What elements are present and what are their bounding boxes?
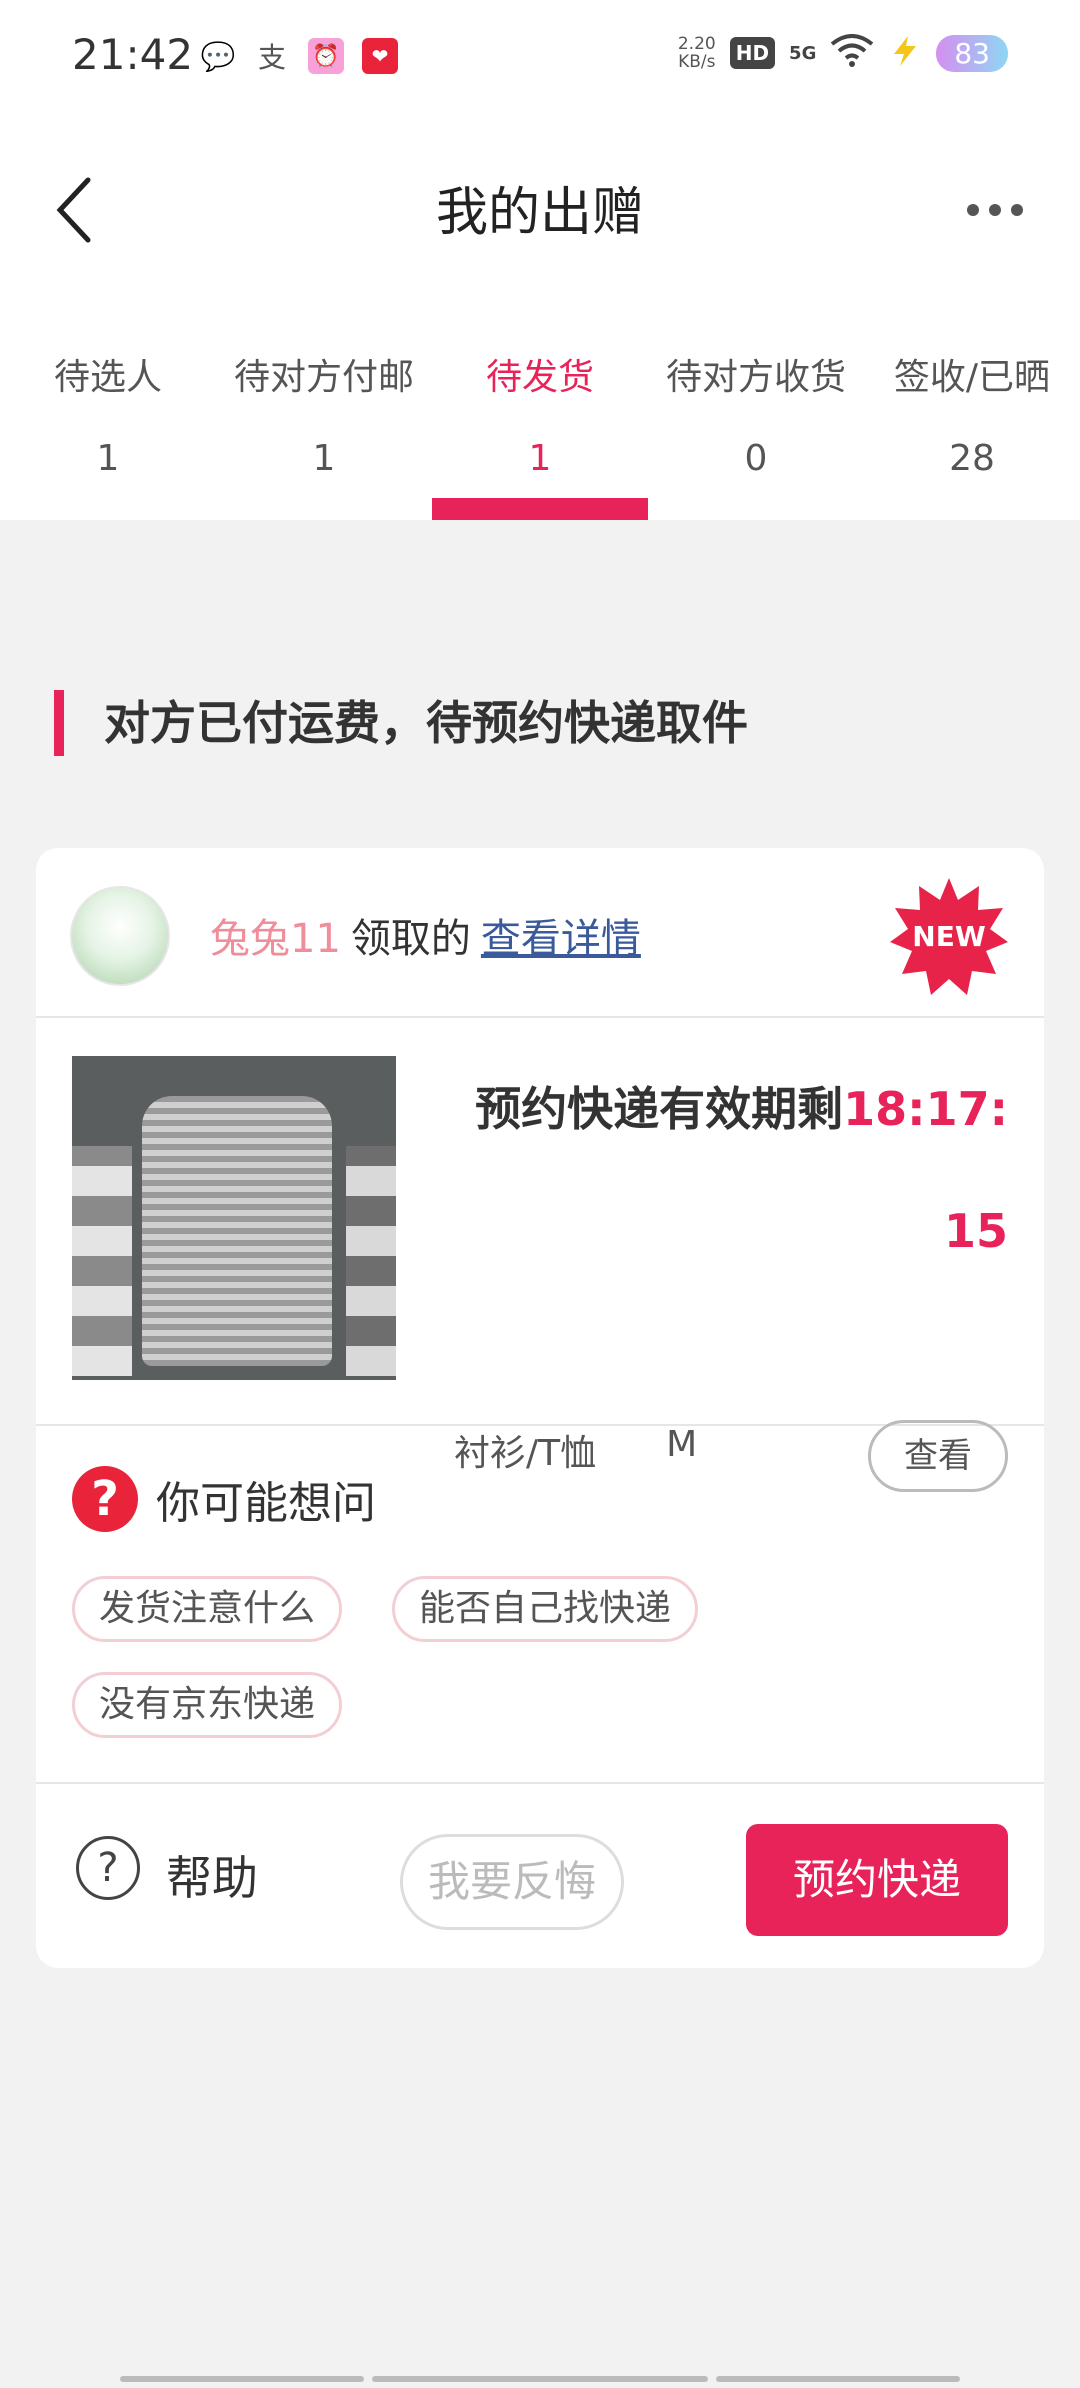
charging-icon (888, 34, 922, 72)
dot-icon (1011, 204, 1023, 216)
countdown-timer: 18:17:15 (843, 1082, 1008, 1258)
tab-signed-shared[interactable]: 签收/已晒 28 (864, 300, 1080, 520)
view-details-link[interactable]: 查看详情 (481, 906, 641, 964)
avatar[interactable] (70, 886, 170, 986)
tab-pending-shipment[interactable]: 待发货 1 (432, 300, 648, 520)
gift-card: 兔兔11 领取的 查看详情 NEW 预约快递有效期剩18:17:15 衬衫/T恤… (36, 848, 1044, 1968)
question-icon: ? (72, 1466, 138, 1532)
status-app-icons: 💬 支 ⏰ ❤ (200, 38, 398, 74)
received-text: 领取的 (350, 916, 471, 962)
product-category: 衬衫/T恤 (454, 1433, 597, 1474)
taobao-618-icon: ❤ (362, 38, 398, 74)
faq-chip-no-jd-express[interactable]: 没有京东快递 (72, 1672, 343, 1738)
status-bar: 21:42 💬 支 ⏰ ❤ 2.20 KB/s HD 5G 83 (0, 0, 1080, 110)
faq-chip-shipping-notes[interactable]: 发货注意什么 (72, 1576, 343, 1642)
product-size: M (666, 1424, 698, 1465)
page-title: 我的出赠 (435, 183, 644, 243)
more-options-button[interactable] (960, 190, 1030, 230)
card-actions: ? 帮助 我要反悔 预约快递 (36, 1782, 1044, 1968)
product-section: 预约快递有效期剩18:17:15 (36, 1018, 1044, 1426)
faq-chip-own-courier[interactable]: 能否自己找快递 (392, 1576, 699, 1642)
tab-pending-postage[interactable]: 待对方付邮 1 (216, 300, 432, 520)
new-badge: NEW (890, 878, 1008, 996)
wifi-icon (830, 34, 874, 72)
card-header: 兔兔11 领取的 查看详情 NEW (36, 848, 1044, 1018)
tab-pending-receipt[interactable]: 待对方收货 0 (648, 300, 864, 520)
clock-app-icon: ⏰ (308, 38, 344, 74)
expiry-label: 预约快递有效期剩 (475, 1082, 844, 1136)
help-label[interactable]: 帮助 (166, 1842, 258, 1908)
faq-header: ? 你可能想问 (72, 1466, 376, 1532)
hd-icon: HD (729, 37, 776, 69)
regret-button[interactable]: 我要反悔 (400, 1834, 624, 1930)
dot-icon (967, 204, 979, 216)
battery-indicator: 83 (936, 34, 1008, 72)
faq-title: 你可能想问 (156, 1478, 376, 1529)
signal-icon: 5G (789, 42, 817, 64)
product-image[interactable] (72, 1056, 396, 1380)
dot-icon (989, 204, 1001, 216)
gesture-nav-bar (120, 2376, 960, 2382)
product-spec: 衬衫/T恤 M (454, 1424, 697, 1476)
book-courier-button[interactable]: 预约快递 (746, 1824, 1008, 1936)
section-title: 对方已付运费，待预约快递取件 (54, 690, 748, 756)
alipay-icon: 支 (257, 41, 286, 74)
status-time: 21:42 (72, 30, 194, 79)
status-tabs: 待选人 1 待对方付邮 1 待发货 1 待对方收货 0 签收/已晒 28 (0, 300, 1080, 520)
wechat-icon: 💬 (200, 39, 236, 73)
recipient-name[interactable]: 兔兔11 (210, 906, 341, 964)
recipient-line: 兔兔11 领取的 查看详情 (210, 906, 641, 964)
expiry-notice: 预约快递有效期剩18:17:15 (448, 1048, 1008, 1292)
app-header: 我的出赠 (0, 110, 1080, 300)
tab-pending-selection[interactable]: 待选人 1 (0, 300, 216, 520)
help-icon[interactable]: ? (76, 1836, 140, 1900)
view-button[interactable]: 查看 (868, 1420, 1008, 1492)
net-speed: 2.20 KB/s (677, 34, 716, 72)
status-indicators: 2.20 KB/s HD 5G 83 (678, 34, 1008, 72)
